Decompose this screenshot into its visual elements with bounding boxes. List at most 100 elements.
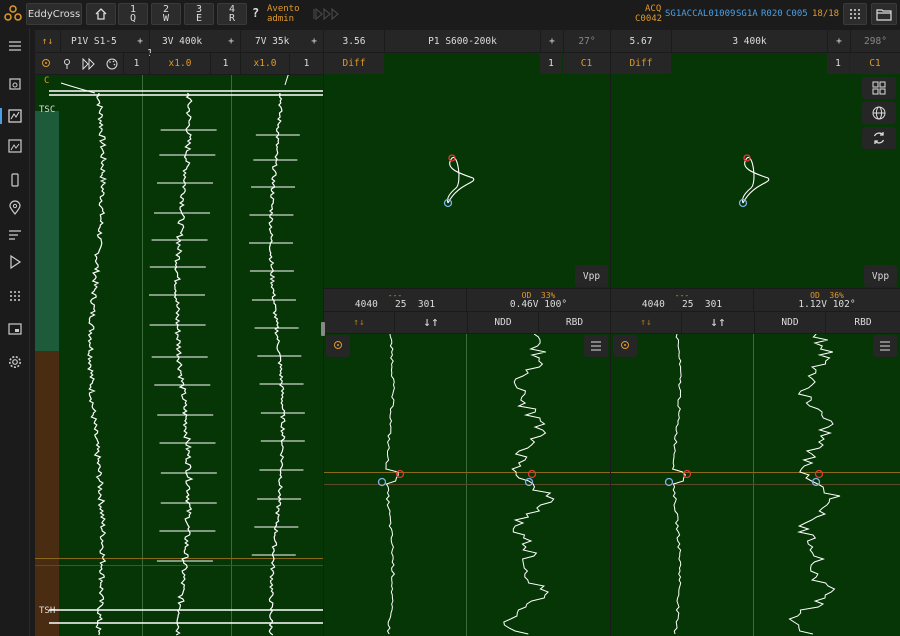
list-icon[interactable] xyxy=(7,227,23,243)
liss-2-angle[interactable]: 298° xyxy=(851,30,900,52)
strip-1-index-box[interactable]: 1 xyxy=(124,53,149,74)
liss-1-up-down-arrows-icon: ↑↓ xyxy=(353,317,365,328)
key-letter: W xyxy=(162,13,170,24)
liss-2-rbd[interactable]: RBD xyxy=(826,312,900,333)
home-button[interactable] xyxy=(86,3,116,25)
strip-3-channel[interactable]: 7V 35k + xyxy=(241,30,323,52)
strip-1-channel[interactable]: P1V S1-5 + xyxy=(61,30,149,52)
strip-chart-icon[interactable] xyxy=(7,108,23,124)
palette-icon[interactable] xyxy=(106,58,118,70)
strip-plot-area[interactable]: C TSC TSH xyxy=(35,75,323,636)
playback-controls-icon[interactable] xyxy=(312,7,342,21)
horizontal-trace xyxy=(788,334,841,635)
trace-peak-marker xyxy=(527,469,537,479)
user-role: admin xyxy=(267,14,295,24)
col-label: C005 xyxy=(786,9,808,19)
grid-dots-icon xyxy=(850,9,860,19)
settings-gear-icon[interactable] xyxy=(7,354,23,370)
liss-1-dir-box[interactable]: ↑↓ xyxy=(324,312,394,333)
strip-2-index-box[interactable]: 1 xyxy=(211,53,240,74)
strip-2-channel[interactable]: 3V 400k + xyxy=(150,30,240,52)
fast-forward-icon[interactable] xyxy=(82,57,96,70)
liss-2-add-button[interactable]: + xyxy=(828,30,850,52)
left-sidebar xyxy=(0,28,30,636)
database-icon[interactable] xyxy=(7,76,23,92)
help-button[interactable]: ? xyxy=(252,6,259,20)
key-button-1[interactable]: 1 Q xyxy=(118,3,148,25)
liss-1-channel[interactable]: P1 S600-200k xyxy=(385,30,540,52)
app-logo-icon[interactable] xyxy=(4,5,22,23)
liss-1-vpp-button[interactable]: Vpp xyxy=(575,265,608,287)
strip-2-channel-label: 3V 400k xyxy=(162,35,203,47)
liss-2-down-up-arrows-icon: ↓↑ xyxy=(710,315,726,330)
tube-count: 18/18 xyxy=(812,9,840,19)
strip-tools-header xyxy=(35,53,123,74)
location-target-icon[interactable] xyxy=(40,58,52,70)
panel-splitter-handle[interactable] xyxy=(321,322,325,336)
key-button-4[interactable]: 4 R xyxy=(217,3,247,25)
report-icon[interactable] xyxy=(7,321,23,337)
liss-2-od-box: OD 36% 1.12V 102° xyxy=(754,289,900,311)
liss-2-vpp-button[interactable]: Vpp xyxy=(864,265,897,287)
liss-1-ndd[interactable]: NDD xyxy=(468,312,538,333)
strip-3-index-box[interactable]: 1 xyxy=(290,53,323,74)
key-letter: E xyxy=(195,13,203,24)
liss-1-figure xyxy=(443,154,475,208)
key-letter: Q xyxy=(129,13,137,24)
apps-grid-button[interactable] xyxy=(843,3,867,25)
liss-1-meas-box: --- 4040 25 301 xyxy=(324,289,466,311)
trace-peak-marker xyxy=(814,469,824,479)
trace-peak-marker xyxy=(395,469,405,479)
liss-2-meas-a: 4040 xyxy=(641,299,665,310)
liss-2-meas-c: 301 xyxy=(704,299,723,310)
play-icon[interactable] xyxy=(7,254,23,270)
device-icon[interactable] xyxy=(7,172,23,188)
liss-2-dir-box[interactable]: ↑↓ xyxy=(611,312,681,333)
liss-2-strip-plot[interactable] xyxy=(611,334,900,636)
image-icon[interactable] xyxy=(7,138,23,154)
liss-1-strip-traces xyxy=(377,334,555,635)
pin-icon[interactable] xyxy=(62,58,72,70)
liss-1-rbd[interactable]: RBD xyxy=(539,312,610,333)
dots-grid-icon[interactable] xyxy=(7,288,23,304)
key-button-2[interactable]: 2 W xyxy=(151,3,181,25)
liss-2-channel[interactable]: 3 400k xyxy=(672,30,827,52)
strip-3-add-button[interactable]: + xyxy=(311,36,317,47)
liss-1-xy-plot[interactable]: Diff 1 C1 Vpp xyxy=(324,53,610,288)
strip-start-curve xyxy=(284,75,289,86)
strip-2-add-button[interactable]: + xyxy=(228,36,234,47)
liss-1-scan-dir[interactable]: ↓↑ xyxy=(395,312,467,333)
strip-3-channel-label: 7V 35k xyxy=(255,35,290,47)
liss-2-ndd[interactable]: NDD xyxy=(755,312,825,333)
liss-2-value-box[interactable]: 5.67 xyxy=(611,30,671,52)
strip-arrows-header[interactable]: ↑↓ xyxy=(35,30,60,52)
strip-2-scale[interactable]: x1.0 xyxy=(241,53,289,74)
liss-1-od-box: OD 33% 0.46V 100° xyxy=(467,289,610,311)
liss-1-meas-a: 4040 xyxy=(354,299,378,310)
liss-2-xy-plot[interactable]: Diff 1 C1 Vpp xyxy=(611,53,900,288)
liss-2-up-down-arrows-icon: ↑↓ xyxy=(640,317,652,328)
location-pin-icon[interactable] xyxy=(7,200,23,216)
lissajous-loop xyxy=(446,157,475,204)
liss-1-down-up-arrows-icon: ↓↑ xyxy=(423,315,439,330)
active-indicator xyxy=(0,108,2,124)
strip-3-index-label: 1 xyxy=(303,58,310,69)
strip-1-scale[interactable]: x1.0 xyxy=(150,53,210,74)
liss-1-value-box[interactable]: 3.56 xyxy=(324,30,384,52)
open-folder-button[interactable] xyxy=(871,3,897,25)
liss-1-strip-plot[interactable] xyxy=(324,334,610,636)
liss-2-figure xyxy=(738,154,770,208)
app-name-button[interactable]: EddyCross xyxy=(26,3,82,25)
strip-1-add-button[interactable]: + xyxy=(137,36,143,47)
lissajous-panel-1: 3.56 P1 S600-200k + 27° Diff 1 C1 Vpp --… xyxy=(324,30,610,636)
trace-origin-marker xyxy=(664,477,674,487)
liss-2-volt: 1.12V 102° xyxy=(798,299,856,310)
strip-2-index-label: 1 xyxy=(222,58,229,69)
liss-1-meas-c: 301 xyxy=(417,299,436,310)
liss-1-angle[interactable]: 27° xyxy=(564,30,610,52)
liss-2-scan-dir[interactable]: ↓↑ xyxy=(682,312,754,333)
liss-2-meas-values: 4040 25 301 xyxy=(641,299,723,310)
menu-icon[interactable] xyxy=(7,38,23,54)
key-button-3[interactable]: 3 E xyxy=(184,3,214,25)
liss-1-add-button[interactable]: + xyxy=(541,30,563,52)
